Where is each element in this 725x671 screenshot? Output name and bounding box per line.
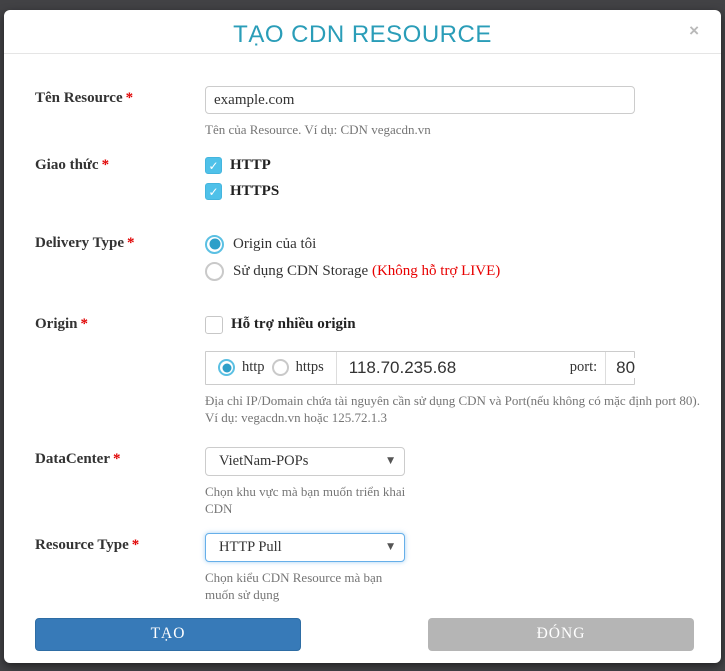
resource-name-input[interactable] [205,86,635,114]
datacenter-selected-value: VietNam-POPs [219,453,308,470]
dialog-footer: TẠO ĐÓNG [4,618,721,651]
resource-name-help: Tên của Resource. Ví dụ: CDN vegacdn.vn [205,121,701,139]
resource-type-label: Resource Type* [35,533,205,554]
protocol-label: Giao thức* [35,153,205,174]
scheme-https-label: https [296,359,324,376]
required-asterisk: * [113,451,121,467]
port-label: port: [570,359,605,376]
create-cdn-resource-dialog: TẠO CDN RESOURCE × Tên Resource* Tên của… [4,10,721,663]
delivery-option-my-origin[interactable]: Origin của tôi [205,231,701,258]
checkbox-checked-icon[interactable]: ✓ [205,183,222,200]
resource-type-help: Chọn kiểu CDN Resource mà bạn muốn sử dụ… [205,569,410,604]
field-row-resource-type: Resource Type* HTTP Pull ▼ Chọn kiểu CDN… [35,533,701,604]
protocol-http-label: HTTP [230,157,271,174]
checkbox-unchecked-icon[interactable] [205,316,223,334]
protocol-https-label: HTTPS [230,183,279,200]
delivery-my-origin-label: Origin của tôi [233,236,316,253]
dialog-body: Tên Resource* Tên của Resource. Ví dụ: C… [4,54,721,604]
field-row-delivery-type: Delivery Type* Origin của tôi Sử dụng CD… [35,231,701,285]
delivery-type-label: Delivery Type* [35,231,205,252]
chevron-down-icon: ▼ [387,542,394,552]
required-asterisk: * [132,537,140,553]
protocol-option-https[interactable]: ✓ HTTPS [205,179,701,205]
origin-address-input[interactable] [349,358,570,378]
dialog-header: TẠO CDN RESOURCE × [4,10,721,54]
field-row-datacenter: DataCenter* VietNam-POPs ▼ Chọn khu vực … [35,447,701,518]
radio-unselected-icon[interactable] [272,359,289,376]
required-asterisk: * [127,235,135,251]
origin-scheme-options: http https [206,352,337,384]
protocol-option-http[interactable]: ✓ HTTP [205,153,701,179]
datacenter-help: Chọn khu vực mà bạn muốn triển khai CDN [205,483,420,518]
radio-selected-icon[interactable] [218,359,235,376]
multi-origin-label: Hỗ trợ nhiều origin [231,316,356,333]
datacenter-label: DataCenter* [35,447,205,468]
origin-port-segment [605,352,650,384]
field-row-resource-name: Tên Resource* Tên của Resource. Ví dụ: C… [35,86,701,139]
origin-port-input[interactable] [616,358,650,378]
datacenter-select[interactable]: VietNam-POPs ▼ [205,447,405,476]
chevron-down-icon: ▼ [387,456,394,466]
origin-help-line2: Ví dụ: vegacdn.vn hoặc 125.72.1.3 [205,409,701,427]
radio-selected-icon[interactable] [205,235,224,254]
origin-address-segment: port: [337,352,605,384]
origin-address-group: http https port: [205,351,635,385]
create-button[interactable]: TẠO [35,618,301,651]
checkbox-checked-icon[interactable]: ✓ [205,157,222,174]
origin-help-line1: Địa chỉ IP/Domain chứa tài nguyên cần sử… [205,392,701,410]
scheme-http-label: http [242,359,265,376]
close-icon[interactable]: × [689,22,699,39]
no-live-support-note: (Không hỗ trợ LIVE) [372,263,500,279]
origin-label: Origin* [35,312,205,333]
origin-help: Địa chỉ IP/Domain chứa tài nguyên cần sử… [205,392,701,427]
required-asterisk: * [81,316,89,332]
field-row-protocol: Giao thức* ✓ HTTP ✓ HTTPS [35,153,701,205]
resource-type-selected-value: HTTP Pull [219,539,282,556]
close-button[interactable]: ĐÓNG [428,618,694,651]
delivery-option-cdn-storage[interactable]: Sử dụng CDN Storage (Không hỗ trợ LIVE) [205,258,701,285]
multi-origin-option[interactable]: Hỗ trợ nhiều origin [205,312,701,338]
radio-unselected-icon[interactable] [205,262,224,281]
required-asterisk: * [102,157,110,173]
delivery-cdn-storage-label: Sử dụng CDN Storage (Không hỗ trợ LIVE) [233,263,500,280]
dialog-title: TẠO CDN RESOURCE [4,10,721,49]
resource-type-select[interactable]: HTTP Pull ▼ [205,533,405,562]
field-row-origin: Origin* Hỗ trợ nhiều origin http https [35,312,701,427]
required-asterisk: * [126,90,134,106]
resource-name-label: Tên Resource* [35,86,205,107]
